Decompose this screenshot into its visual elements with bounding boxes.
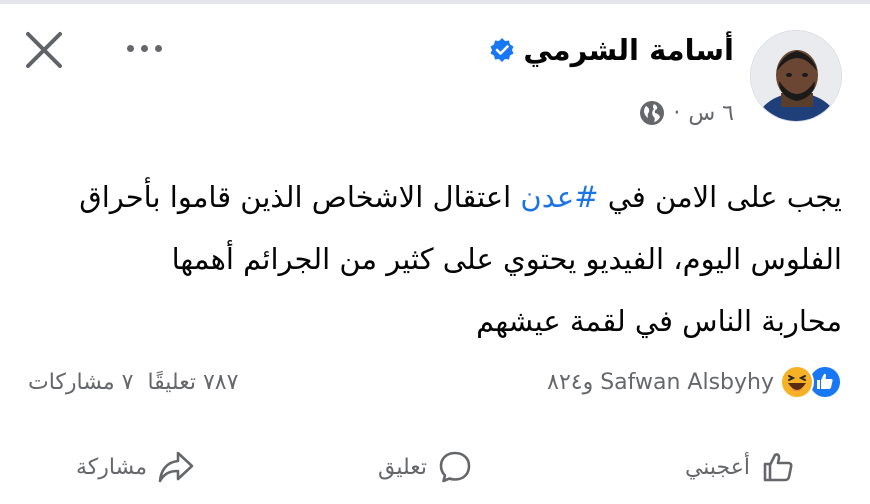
share-button[interactable]: مشاركة bbox=[76, 444, 195, 490]
avatar-image bbox=[751, 31, 841, 121]
thumbs-up-icon bbox=[763, 453, 793, 482]
comments-count[interactable]: ٧٨٧ تعليقًا bbox=[147, 370, 238, 395]
comment-button[interactable]: تعليق bbox=[378, 444, 473, 490]
top-divider bbox=[0, 0, 870, 4]
reaction-icons bbox=[780, 365, 842, 399]
post-line-1-end: اعتقال الاشخاص الذين قاموا بأحراق bbox=[79, 180, 521, 214]
engagement-counts: ٧٨٧ تعليقًا ٧ مشاركات bbox=[28, 362, 238, 402]
more-dot bbox=[154, 44, 162, 52]
post-line-1-start: يجب على الامن في bbox=[598, 180, 842, 214]
author-name[interactable]: أسامة الشرمي bbox=[523, 33, 734, 67]
hashtag-link[interactable]: #عدن bbox=[520, 180, 598, 214]
more-dot bbox=[126, 44, 134, 52]
comment-icon bbox=[439, 451, 471, 483]
shares-count[interactable]: ٧ مشاركات bbox=[28, 370, 133, 395]
post-line-2: الفلوس اليوم، الفيديو يحتوي على كثير من … bbox=[171, 242, 842, 276]
comment-label: تعليق bbox=[378, 454, 428, 480]
post-body: يجب على الامن في #عدن اعتقال الاشخاص الذ… bbox=[12, 166, 842, 352]
post-line-3: محاربة الناس في لقمة عيشهم bbox=[476, 304, 842, 338]
more-dot bbox=[140, 44, 148, 52]
share-label: مشاركة bbox=[76, 454, 148, 480]
reactors-text[interactable]: Safwan Alsbyhy و٨٢٤ bbox=[547, 370, 774, 395]
meta-separator: · bbox=[673, 100, 681, 126]
post-line-1: يجب على الامن في #عدن اعتقال الاشخاص الذ… bbox=[12, 166, 842, 228]
share-icon bbox=[158, 451, 194, 483]
like-label: أعجبني bbox=[684, 454, 750, 480]
globe-icon bbox=[640, 101, 665, 125]
close-icon bbox=[26, 32, 62, 68]
avatar[interactable] bbox=[750, 30, 842, 122]
haha-icon bbox=[780, 365, 814, 399]
like-button[interactable]: أعجبني bbox=[685, 444, 796, 490]
author-row: أسامة الشرمي bbox=[489, 30, 734, 70]
post-meta: ٦ س · bbox=[639, 96, 734, 130]
more-options-button[interactable] bbox=[118, 28, 170, 68]
post-time[interactable]: ٦ س bbox=[688, 101, 734, 126]
reactions-summary[interactable]: Safwan Alsbyhy و٨٢٤ bbox=[547, 362, 842, 402]
verified-badge-icon bbox=[490, 38, 514, 62]
close-button[interactable] bbox=[22, 28, 66, 72]
